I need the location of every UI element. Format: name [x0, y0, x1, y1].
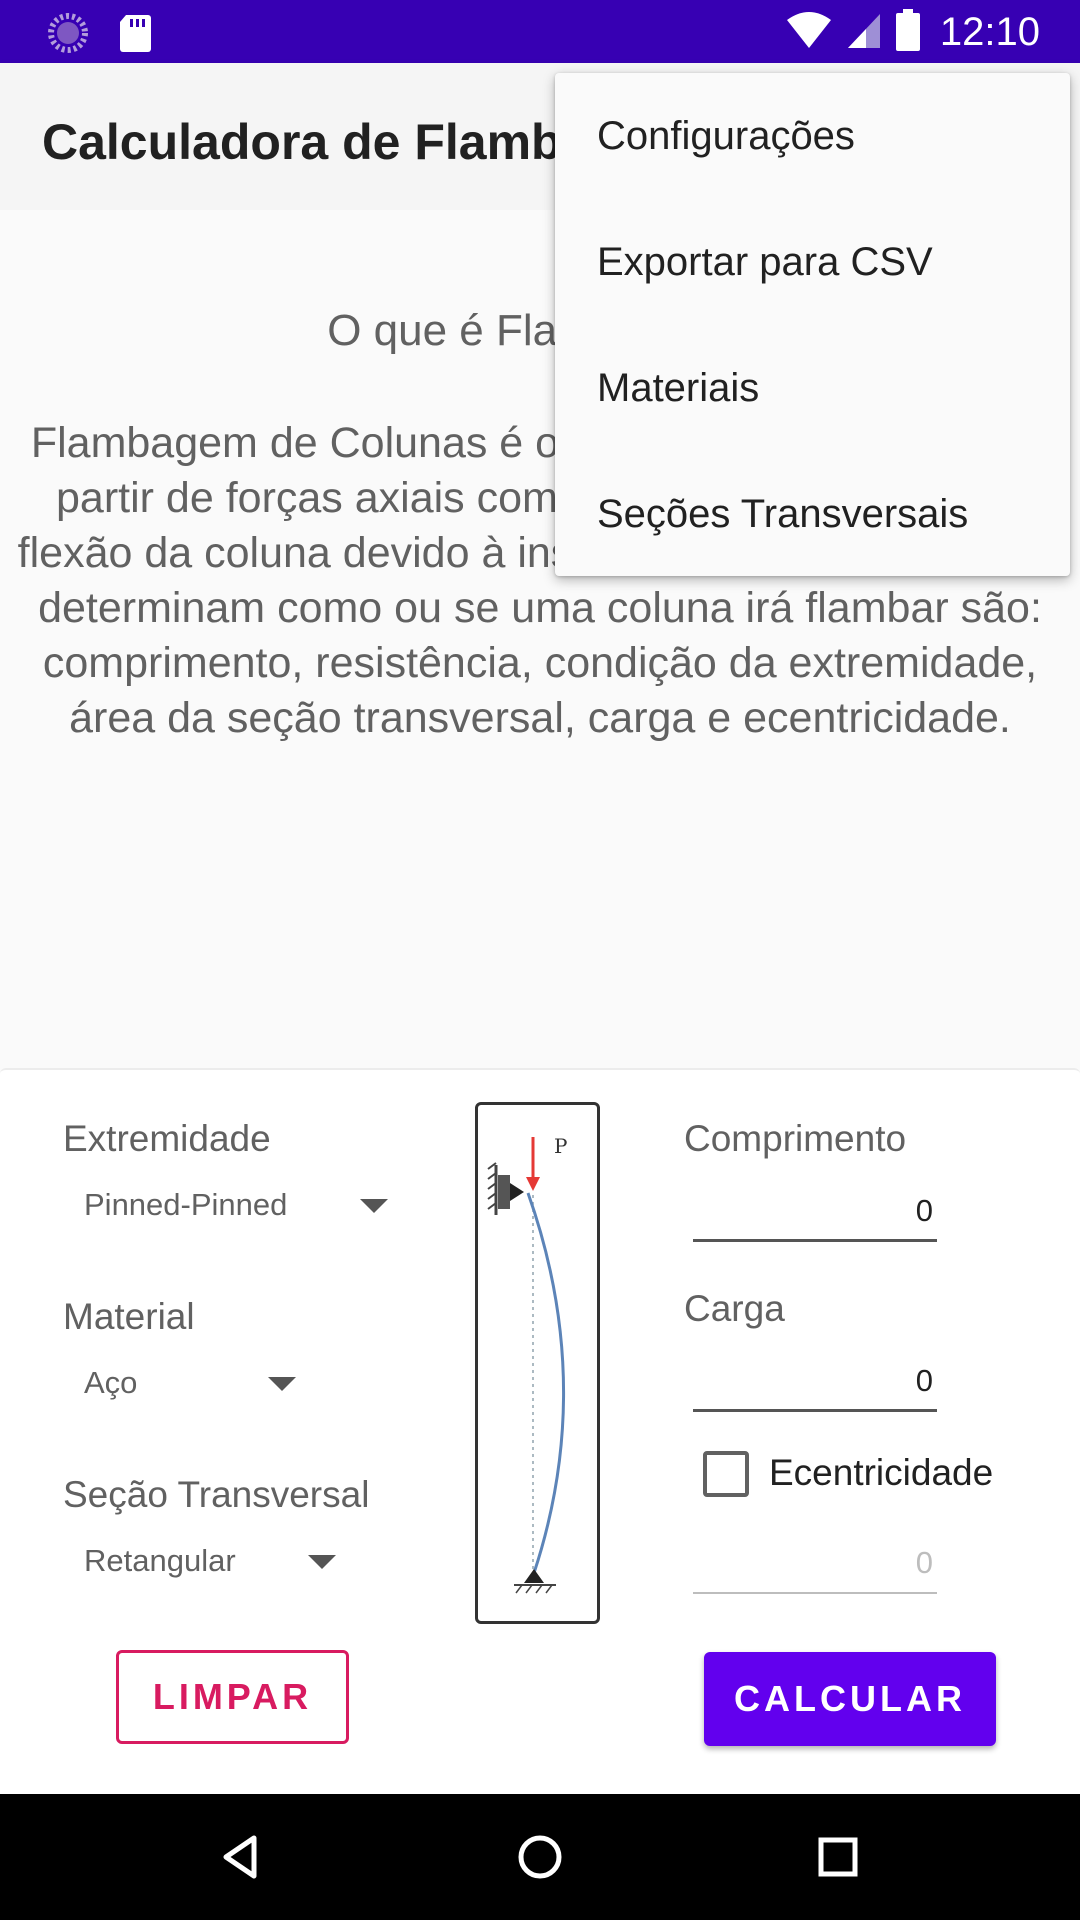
calculate-button[interactable]: CALCULAR — [704, 1652, 996, 1746]
cross-section-spinner[interactable]: Retangular — [84, 1531, 344, 1591]
sd-card-icon — [118, 13, 152, 58]
clock: 12:10 — [939, 9, 1040, 54]
eccentricity-checkbox[interactable] — [703, 1451, 749, 1497]
load-arrow — [526, 1137, 540, 1191]
dropdown-arrow-icon — [308, 1555, 336, 1569]
end-condition-label: Extremidade — [63, 1118, 271, 1159]
recents-icon[interactable] — [805, 1824, 871, 1890]
dropdown-arrow-icon — [268, 1377, 296, 1391]
length-input[interactable]: 0 — [693, 1180, 937, 1242]
end-condition-spinner[interactable]: Pinned-Pinned — [84, 1175, 394, 1235]
status-bar: 12:10 — [0, 0, 1080, 63]
eccentricity-label: Ecentricidade — [769, 1452, 994, 1493]
menu-item-settings[interactable]: Configurações — [555, 73, 1070, 199]
pin-support-top — [487, 1162, 524, 1215]
battery-icon — [895, 8, 920, 56]
load-label: P — [554, 1134, 567, 1158]
dropdown-arrow-icon — [360, 1199, 388, 1213]
menu-item-cross-sections[interactable]: Seções Transversais — [555, 451, 1070, 577]
cross-section-label: Seção Transversal — [63, 1474, 370, 1515]
end-condition-value: Pinned-Pinned — [84, 1187, 288, 1222]
pin-support-bottom — [514, 1569, 556, 1594]
wifi-icon — [786, 10, 832, 55]
load-label: Carga — [684, 1288, 785, 1329]
cell-signal-icon — [846, 10, 882, 55]
menu-item-materials[interactable]: Materiais — [555, 325, 1070, 451]
length-label: Comprimento — [684, 1118, 907, 1159]
material-label: Material — [63, 1296, 195, 1337]
material-spinner[interactable]: Aço — [84, 1353, 304, 1413]
material-value: Aço — [84, 1365, 138, 1400]
loading-circle-icon — [48, 13, 88, 58]
navigation-bar — [0, 1794, 1080, 1920]
home-icon[interactable] — [507, 1824, 573, 1890]
clear-button[interactable]: LIMPAR — [116, 1650, 349, 1744]
menu-item-export-csv[interactable]: Exportar para CSV — [555, 199, 1070, 325]
back-icon[interactable] — [208, 1824, 274, 1890]
eccentricity-input: 0 — [693, 1532, 937, 1594]
overflow-menu: Configurações Exportar para CSV Materiai… — [555, 73, 1070, 576]
column-diagram: P — [475, 1102, 600, 1624]
cross-section-value: Retangular — [84, 1543, 236, 1578]
load-input[interactable]: 0 — [693, 1350, 937, 1412]
